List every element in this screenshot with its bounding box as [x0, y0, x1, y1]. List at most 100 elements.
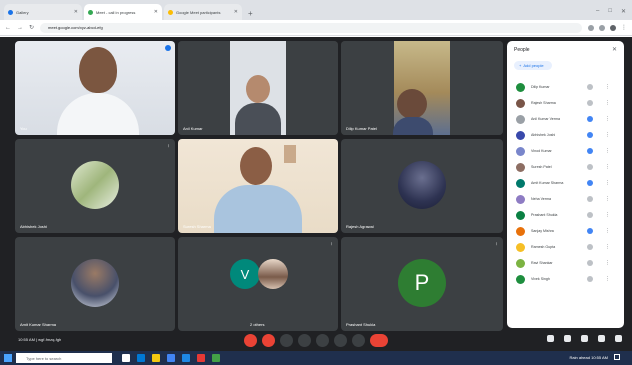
add-people-button[interactable]: + Add people: [514, 61, 552, 70]
audio-level-icon: [587, 180, 593, 186]
mic-toggle-button[interactable]: [244, 334, 257, 347]
participant-list-item[interactable]: Anil Kumar Verma ⋮: [507, 111, 624, 127]
more-options-icon[interactable]: ⋮: [605, 276, 610, 282]
participant-list-item[interactable]: Neha Verma ⋮: [507, 191, 624, 207]
avatar: [516, 114, 525, 124]
task-view-icon[interactable]: [122, 354, 130, 362]
store-icon[interactable]: [182, 354, 190, 362]
activities-icon[interactable]: [598, 335, 605, 342]
side-controls: [547, 335, 622, 342]
app-icon[interactable]: [212, 354, 220, 362]
participant-name: Amit Kumar Sharma: [20, 322, 57, 327]
more-options-icon[interactable]: ⋮: [605, 164, 610, 170]
more-options-icon[interactable]: ⋮: [605, 212, 610, 218]
close-icon[interactable]: ✕: [154, 9, 158, 15]
captions-button[interactable]: [280, 334, 293, 347]
audio-level-icon: [587, 148, 593, 154]
file-explorer-icon[interactable]: [152, 354, 160, 362]
participant-tile[interactable]: Suresh Sharma: [178, 139, 338, 233]
avatar: [516, 162, 525, 172]
browser-tab-active[interactable]: Meet - call in progress ✕: [84, 4, 162, 20]
mic-off-icon: [587, 164, 593, 170]
more-options-icon[interactable]: ⋮: [605, 84, 610, 90]
participant-list-item[interactable]: Sanjay Mishra ⋮: [507, 223, 624, 239]
avatar: [516, 258, 525, 268]
screenshot-frame: Gallery ✕ Meet - call in progress ✕ Goog…: [0, 0, 632, 365]
participant-list-item[interactable]: Amit Kumar Sharma ⋮: [507, 175, 624, 191]
participant-list-item[interactable]: Dilip Kumar ⋮: [507, 79, 624, 95]
back-icon[interactable]: ←: [5, 25, 11, 31]
wall-frame: [284, 145, 296, 163]
participant-list-item[interactable]: Prashant Shukla ⋮: [507, 207, 624, 223]
participant-list-item[interactable]: Vinod Kumar ⋮: [507, 143, 624, 159]
minimize-icon[interactable]: –: [596, 8, 599, 15]
participant-tile[interactable]: Anil Kumar: [178, 41, 338, 135]
close-window-icon[interactable]: ✕: [621, 8, 626, 15]
more-options-icon[interactable]: ⋮: [605, 196, 610, 202]
participant-list-item[interactable]: Ramesh Gupta ⋮: [507, 239, 624, 255]
more-options-icon[interactable]: ⋮: [605, 180, 610, 186]
more-options-icon[interactable]: ⋮: [605, 260, 610, 266]
maximize-icon[interactable]: □: [608, 8, 612, 15]
participant-list-item[interactable]: Vivek Singh ⋮: [507, 271, 624, 287]
chrome-icon[interactable]: [167, 354, 175, 362]
participant-tile[interactable]: Dilip Kumar Patel: [341, 41, 503, 135]
more-options-icon[interactable]: ⋮: [605, 100, 610, 106]
participant-tile[interactable]: You: [15, 41, 175, 135]
camera-toggle-button[interactable]: [262, 334, 275, 347]
participant-tile[interactable]: Amit Kumar Sharma: [15, 237, 175, 331]
notification-icon[interactable]: [614, 354, 620, 360]
participant-tile[interactable]: V ⁝ 2 others: [178, 237, 338, 331]
people-icon[interactable]: [564, 335, 571, 342]
meet-stage: You Anil Kumar Dilip Kumar Patel ⁝ Abhis…: [0, 37, 632, 351]
participant-tile[interactable]: Rajesh Agrawal: [341, 139, 503, 233]
participant-list-item[interactable]: Rajesh Sharma ⋮: [507, 95, 624, 111]
forward-icon[interactable]: →: [17, 25, 23, 31]
reload-icon[interactable]: ↻: [29, 24, 34, 31]
participant-list-item[interactable]: Abhishek Joshi ⋮: [507, 127, 624, 143]
end-call-button[interactable]: [370, 334, 388, 347]
system-tray: Rain ahead 10:55 AM: [570, 354, 620, 360]
app-icon[interactable]: [197, 354, 205, 362]
participant-name: Prashant Shukla: [346, 322, 376, 327]
raise-hand-button[interactable]: [298, 334, 311, 347]
menu-kebab-icon[interactable]: ⋮: [621, 24, 627, 31]
info-icon[interactable]: [547, 335, 554, 342]
avatar: [516, 194, 525, 204]
browser-tab[interactable]: Google Meet participants ✕: [164, 4, 242, 20]
more-options-button[interactable]: [352, 334, 365, 347]
participant-list-item[interactable]: Suresh Patel ⋮: [507, 159, 624, 175]
browser-tab-strip: Gallery ✕ Meet - call in progress ✕ Goog…: [0, 0, 632, 20]
extension-icon[interactable]: [599, 24, 605, 31]
url-input[interactable]: meet.google.com/xyz-abcd-efg: [40, 22, 582, 33]
taskbar-search-input[interactable]: Type here to search: [16, 353, 112, 363]
profile-avatar[interactable]: [610, 24, 616, 31]
lock-icon[interactable]: [615, 335, 622, 342]
reactions-button[interactable]: [334, 334, 347, 347]
participant-head: [246, 75, 270, 103]
present-button[interactable]: [316, 334, 329, 347]
participant-list-name: Amit Kumar Sharma: [531, 181, 564, 185]
participant-list-item[interactable]: Ravi Shankar ⋮: [507, 255, 624, 271]
avatar: [516, 178, 525, 188]
new-tab-icon[interactable]: +: [244, 9, 257, 20]
close-icon[interactable]: ✕: [74, 9, 78, 15]
mic-off-icon: [587, 244, 593, 250]
more-options-icon[interactable]: ⋮: [605, 116, 610, 122]
extension-icon[interactable]: [588, 24, 594, 31]
participant-tile[interactable]: ⁝ Abhishek Joshi: [15, 139, 175, 233]
edge-icon[interactable]: [137, 354, 145, 362]
more-options-icon[interactable]: ⋮: [605, 148, 610, 154]
close-icon[interactable]: ✕: [234, 9, 238, 15]
more-options-icon[interactable]: ⋮: [605, 244, 610, 250]
tab-label: Gallery: [16, 9, 29, 15]
participant-list-name: Dilip Kumar: [531, 85, 550, 89]
participant-tile[interactable]: P ⁝ Prashant Shukla: [341, 237, 503, 331]
close-icon[interactable]: ✕: [612, 46, 617, 53]
participant-list-name: Anil Kumar Verma: [531, 117, 560, 121]
windows-start-icon[interactable]: [4, 354, 12, 362]
chat-icon[interactable]: [581, 335, 588, 342]
more-options-icon[interactable]: ⋮: [605, 228, 610, 234]
browser-tab[interactable]: Gallery ✕: [4, 4, 82, 20]
more-options-icon[interactable]: ⋮: [605, 132, 610, 138]
